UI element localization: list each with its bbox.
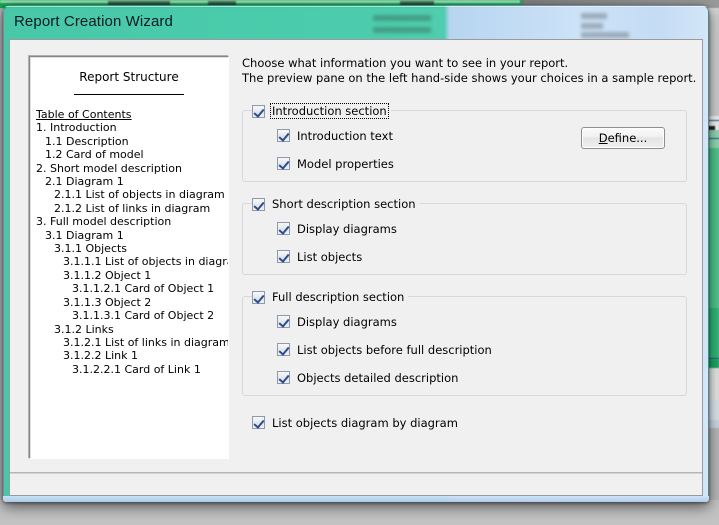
short-display-diagrams-label: Display diagrams: [297, 221, 397, 236]
list-objects-before-full-description-checkbox[interactable]: [277, 343, 290, 356]
report-structure-preview-pane: Report Structure Table of Contents 1. Int…: [29, 56, 229, 459]
define-button[interactable]: Define...: [581, 127, 665, 149]
list-objects-diagram-by-diagram-checkbox[interactable]: [252, 416, 265, 429]
short-description-section-legend[interactable]: Short description section: [252, 196, 420, 212]
full-description-section-body: Display diagrams List objects before ful…: [243, 297, 686, 396]
full-description-section-label: Full description section: [272, 290, 405, 304]
list-objects-before-full-description-row[interactable]: List objects before full description: [277, 341, 686, 358]
toc-item: 2.1 Diagram 1: [45, 175, 124, 189]
footer-separator: [10, 472, 702, 474]
toc-item: Table of Contents: [36, 108, 132, 121]
toc-item: 2. Short model description: [36, 161, 182, 175]
objects-detailed-description-label: Objects detailed description: [297, 370, 459, 385]
toc-item: 3.1.1.3 Object 2: [63, 295, 152, 309]
table-of-contents-list: Table of Contents 1. Introduction 1.1 Desc…: [30, 108, 228, 376]
short-description-section-group: Short description section Display diagra…: [242, 196, 687, 275]
short-description-section-checkbox[interactable]: [252, 197, 265, 211]
options-column: Choose what information you want to see …: [242, 56, 697, 431]
list-objects-before-full-description-label: List objects before full description: [297, 342, 492, 357]
full-description-section-checkbox[interactable]: [252, 290, 265, 304]
report-creation-wizard-window: Report Creation Wizard Report Structure …: [3, 5, 709, 502]
define-button-accelerator: D: [598, 131, 608, 145]
window-titlebar[interactable]: Report Creation Wizard: [3, 5, 709, 39]
objects-detailed-description-checkbox[interactable]: [277, 371, 290, 384]
preview-title: Report Structure: [79, 70, 179, 84]
toc-item: 3.1 Diagram 1: [45, 228, 124, 242]
toc-item: 3.1.2.2 Link 1: [63, 349, 139, 363]
toc-item: 1. Introduction: [36, 121, 117, 135]
full-display-diagrams-checkbox[interactable]: [277, 315, 290, 328]
introduction-section-checkbox[interactable]: [252, 104, 265, 118]
full-display-diagrams-label: Display diagrams: [297, 314, 397, 329]
short-display-diagrams-checkbox[interactable]: [277, 222, 290, 235]
toc-item: 3.1.1.3.1 Card of Object 2: [72, 309, 215, 323]
list-objects-diagram-by-diagram-label: List objects diagram by diagram: [272, 415, 458, 430]
model-properties-checkbox[interactable]: [277, 157, 290, 170]
full-description-section-legend[interactable]: Full description section: [252, 289, 409, 305]
list-objects-diagram-by-diagram-row[interactable]: List objects diagram by diagram: [252, 414, 687, 431]
toc-item: 3.1.2 Links: [54, 322, 114, 336]
toc-item: 3.1.2.1 List of links in diagram: [63, 335, 229, 349]
toc-item: 1.2 Card of model: [45, 148, 144, 162]
short-list-objects-row[interactable]: List objects: [277, 248, 686, 265]
dialog-client-area: Report Structure Table of Contents 1. Int…: [9, 39, 703, 496]
short-list-objects-checkbox[interactable]: [277, 250, 290, 263]
toc-item: 2.1.2 List of links in diagram: [54, 201, 211, 215]
toc-item: 3.1.2.2.1 Card of Link 1: [72, 362, 201, 376]
background-right-mark: [708, 126, 715, 130]
background-bottom-strip: [0, 500, 719, 525]
instruction-line-1: Choose what information you want to see …: [242, 56, 569, 70]
instruction-line-2: The preview pane on the left hand-side s…: [242, 71, 697, 85]
preview-title-rule: [74, 94, 184, 95]
window-title: Report Creation Wizard: [14, 13, 173, 30]
model-properties-label: Model properties: [297, 156, 394, 171]
toc-item: 2.1.1 List of objects in diagram: [54, 188, 225, 202]
objects-detailed-description-row[interactable]: Objects detailed description: [277, 369, 686, 386]
short-display-diagrams-row[interactable]: Display diagrams: [277, 220, 686, 237]
define-button-rest: efine...: [607, 131, 648, 145]
full-display-diagrams-row[interactable]: Display diagrams: [277, 313, 686, 330]
toc-item: 3. Full model description: [36, 215, 172, 229]
introduction-text-label: Introduction text: [297, 128, 393, 143]
window-bottom-frame: [3, 496, 709, 502]
toc-item: 1.1 Description: [45, 134, 129, 148]
introduction-section-legend[interactable]: Introduction section: [252, 103, 391, 119]
toc-item: 3.1.1.2 Object 1: [63, 268, 152, 282]
short-list-objects-label: List objects: [297, 249, 363, 264]
model-properties-row[interactable]: Model properties: [277, 155, 686, 172]
introduction-section-label: Introduction section: [270, 103, 389, 119]
short-description-section-label: Short description section: [272, 197, 416, 211]
toc-item: 3.1.1.1 List of objects in diagram: [63, 255, 229, 269]
short-description-section-body: Display diagrams List objects: [243, 204, 686, 275]
full-description-section-group: Full description section Display diagram…: [242, 289, 687, 396]
introduction-section-group: Introduction section Introduction text M…: [242, 103, 687, 182]
toc-item: 3.1.1.2.1 Card of Object 1: [72, 282, 215, 296]
toc-item: 3.1.1 Objects: [54, 242, 128, 256]
introduction-text-checkbox[interactable]: [277, 129, 290, 142]
